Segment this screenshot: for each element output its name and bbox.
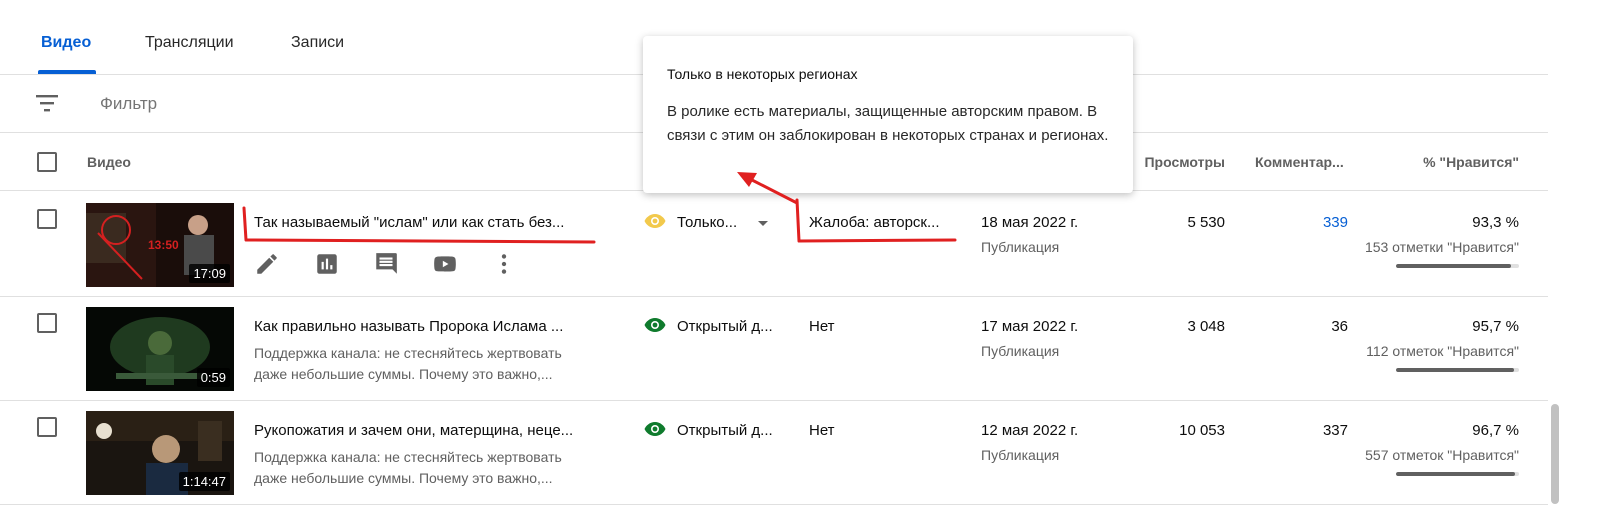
restriction-tooltip: Только в некоторых регионах В ролике ест… xyxy=(643,36,1133,193)
video-description-line: даже небольшие суммы. Почему это важно,.… xyxy=(254,470,553,486)
visibility-status[interactable]: Открытый д... xyxy=(677,318,773,335)
svg-text:13:50: 13:50 xyxy=(148,238,179,252)
column-header-video: Видео xyxy=(87,154,131,170)
tab-posts[interactable]: Записи xyxy=(291,34,344,52)
filter-icon[interactable] xyxy=(36,94,58,112)
column-header-views[interactable]: Просмотры xyxy=(1144,154,1225,170)
comments-count[interactable]: 337 xyxy=(1323,422,1348,439)
tab-live[interactable]: Трансляции xyxy=(145,34,234,52)
likes-percent: 93,3 % xyxy=(1472,214,1519,231)
analytics-icon[interactable] xyxy=(314,251,340,277)
likes-bar-fill xyxy=(1396,472,1515,476)
row-checkbox[interactable] xyxy=(37,313,57,333)
tab-videos[interactable]: Видео xyxy=(41,34,91,52)
restrictions-text: Нет xyxy=(809,422,835,439)
table-row[interactable]: 0:59 Как правильно называть Пророка Исла… xyxy=(0,297,1548,401)
likes-bar xyxy=(1396,368,1519,372)
likes-count: 153 отметки "Нравится" xyxy=(1364,239,1519,255)
video-description: Поддержка канала: не стесняйтесь жертвов… xyxy=(254,447,594,489)
filter-input[interactable] xyxy=(100,94,500,114)
video-date-label: Публикация xyxy=(981,239,1060,255)
likes-bar xyxy=(1396,264,1519,268)
more-vert-icon[interactable] xyxy=(491,251,517,277)
video-thumbnail[interactable]: 13:50 17:09 xyxy=(86,203,234,287)
table-row[interactable]: 13:50 17:09 Так называемый "ислам" или к… xyxy=(0,193,1548,297)
table-row[interactable]: 1:14:47 Рукопожатия и зачем они, матерщи… xyxy=(0,401,1548,505)
visibility-status[interactable]: Открытый д... xyxy=(677,422,773,439)
tooltip-body: В ролике есть материалы, защищенные авто… xyxy=(667,103,1109,144)
column-header-comments[interactable]: Комментар... xyxy=(1255,154,1344,170)
eye-icon xyxy=(644,214,666,228)
eye-icon xyxy=(644,422,666,436)
video-duration: 0:59 xyxy=(196,368,230,387)
video-date: 18 мая 2022 г. xyxy=(981,214,1079,231)
youtube-icon[interactable] xyxy=(432,251,458,277)
row-checkbox[interactable] xyxy=(37,417,57,437)
visibility-status[interactable]: Только... xyxy=(677,214,737,231)
video-date-label: Публикация xyxy=(981,447,1060,463)
video-title[interactable]: Как правильно называть Пророка Ислама ..… xyxy=(254,318,594,335)
select-all-checkbox[interactable] xyxy=(37,152,57,172)
likes-bar-fill xyxy=(1396,264,1511,268)
video-description-line: Поддержка канала: не стесняйтесь жертвов… xyxy=(254,345,562,361)
video-description-line: Поддержка канала: не стесняйтесь жертвов… xyxy=(254,449,562,465)
views-count: 5 530 xyxy=(1187,214,1225,231)
visibility-dropdown-arrow[interactable] xyxy=(758,221,768,226)
video-thumbnail[interactable]: 0:59 xyxy=(86,307,234,391)
restrictions-text: Нет xyxy=(809,318,835,335)
video-duration: 17:09 xyxy=(189,264,230,283)
likes-count: 557 отметок "Нравится" xyxy=(1365,447,1519,463)
video-date-label: Публикация xyxy=(981,343,1060,359)
likes-percent: 96,7 % xyxy=(1472,422,1519,439)
video-title[interactable]: Так называемый "ислам" или как стать без… xyxy=(254,214,594,231)
pencil-icon[interactable] xyxy=(254,251,280,277)
video-date: 12 мая 2022 г. xyxy=(981,422,1079,439)
likes-count: 112 отметок "Нравится" xyxy=(1366,343,1519,359)
vertical-scrollbar[interactable] xyxy=(1551,404,1559,504)
views-count: 10 053 xyxy=(1179,422,1225,439)
likes-bar xyxy=(1396,472,1519,476)
comments-icon[interactable] xyxy=(373,251,399,277)
views-count: 3 048 xyxy=(1187,318,1225,335)
active-tab-indicator xyxy=(38,70,96,74)
column-header-likes[interactable]: % "Нравится" xyxy=(1423,154,1519,170)
video-description-line: даже небольшие суммы. Почему это важно,.… xyxy=(254,366,553,382)
video-description: Поддержка канала: не стесняйтесь жертвов… xyxy=(254,343,594,385)
video-title[interactable]: Рукопожатия и зачем они, матерщина, неце… xyxy=(254,422,594,439)
likes-bar-fill xyxy=(1396,368,1514,372)
eye-icon xyxy=(644,318,666,332)
comments-count[interactable]: 339 xyxy=(1323,214,1348,231)
comments-count[interactable]: 36 xyxy=(1331,318,1348,335)
restrictions-text[interactable]: Жалоба: авторск... xyxy=(809,214,939,231)
likes-percent: 95,7 % xyxy=(1472,318,1519,335)
video-thumbnail[interactable]: 1:14:47 xyxy=(86,411,234,495)
tooltip-title: Только в некоторых регионах xyxy=(667,66,858,82)
row-checkbox[interactable] xyxy=(37,209,57,229)
video-duration: 1:14:47 xyxy=(178,472,230,491)
video-date: 17 мая 2022 г. xyxy=(981,318,1079,335)
